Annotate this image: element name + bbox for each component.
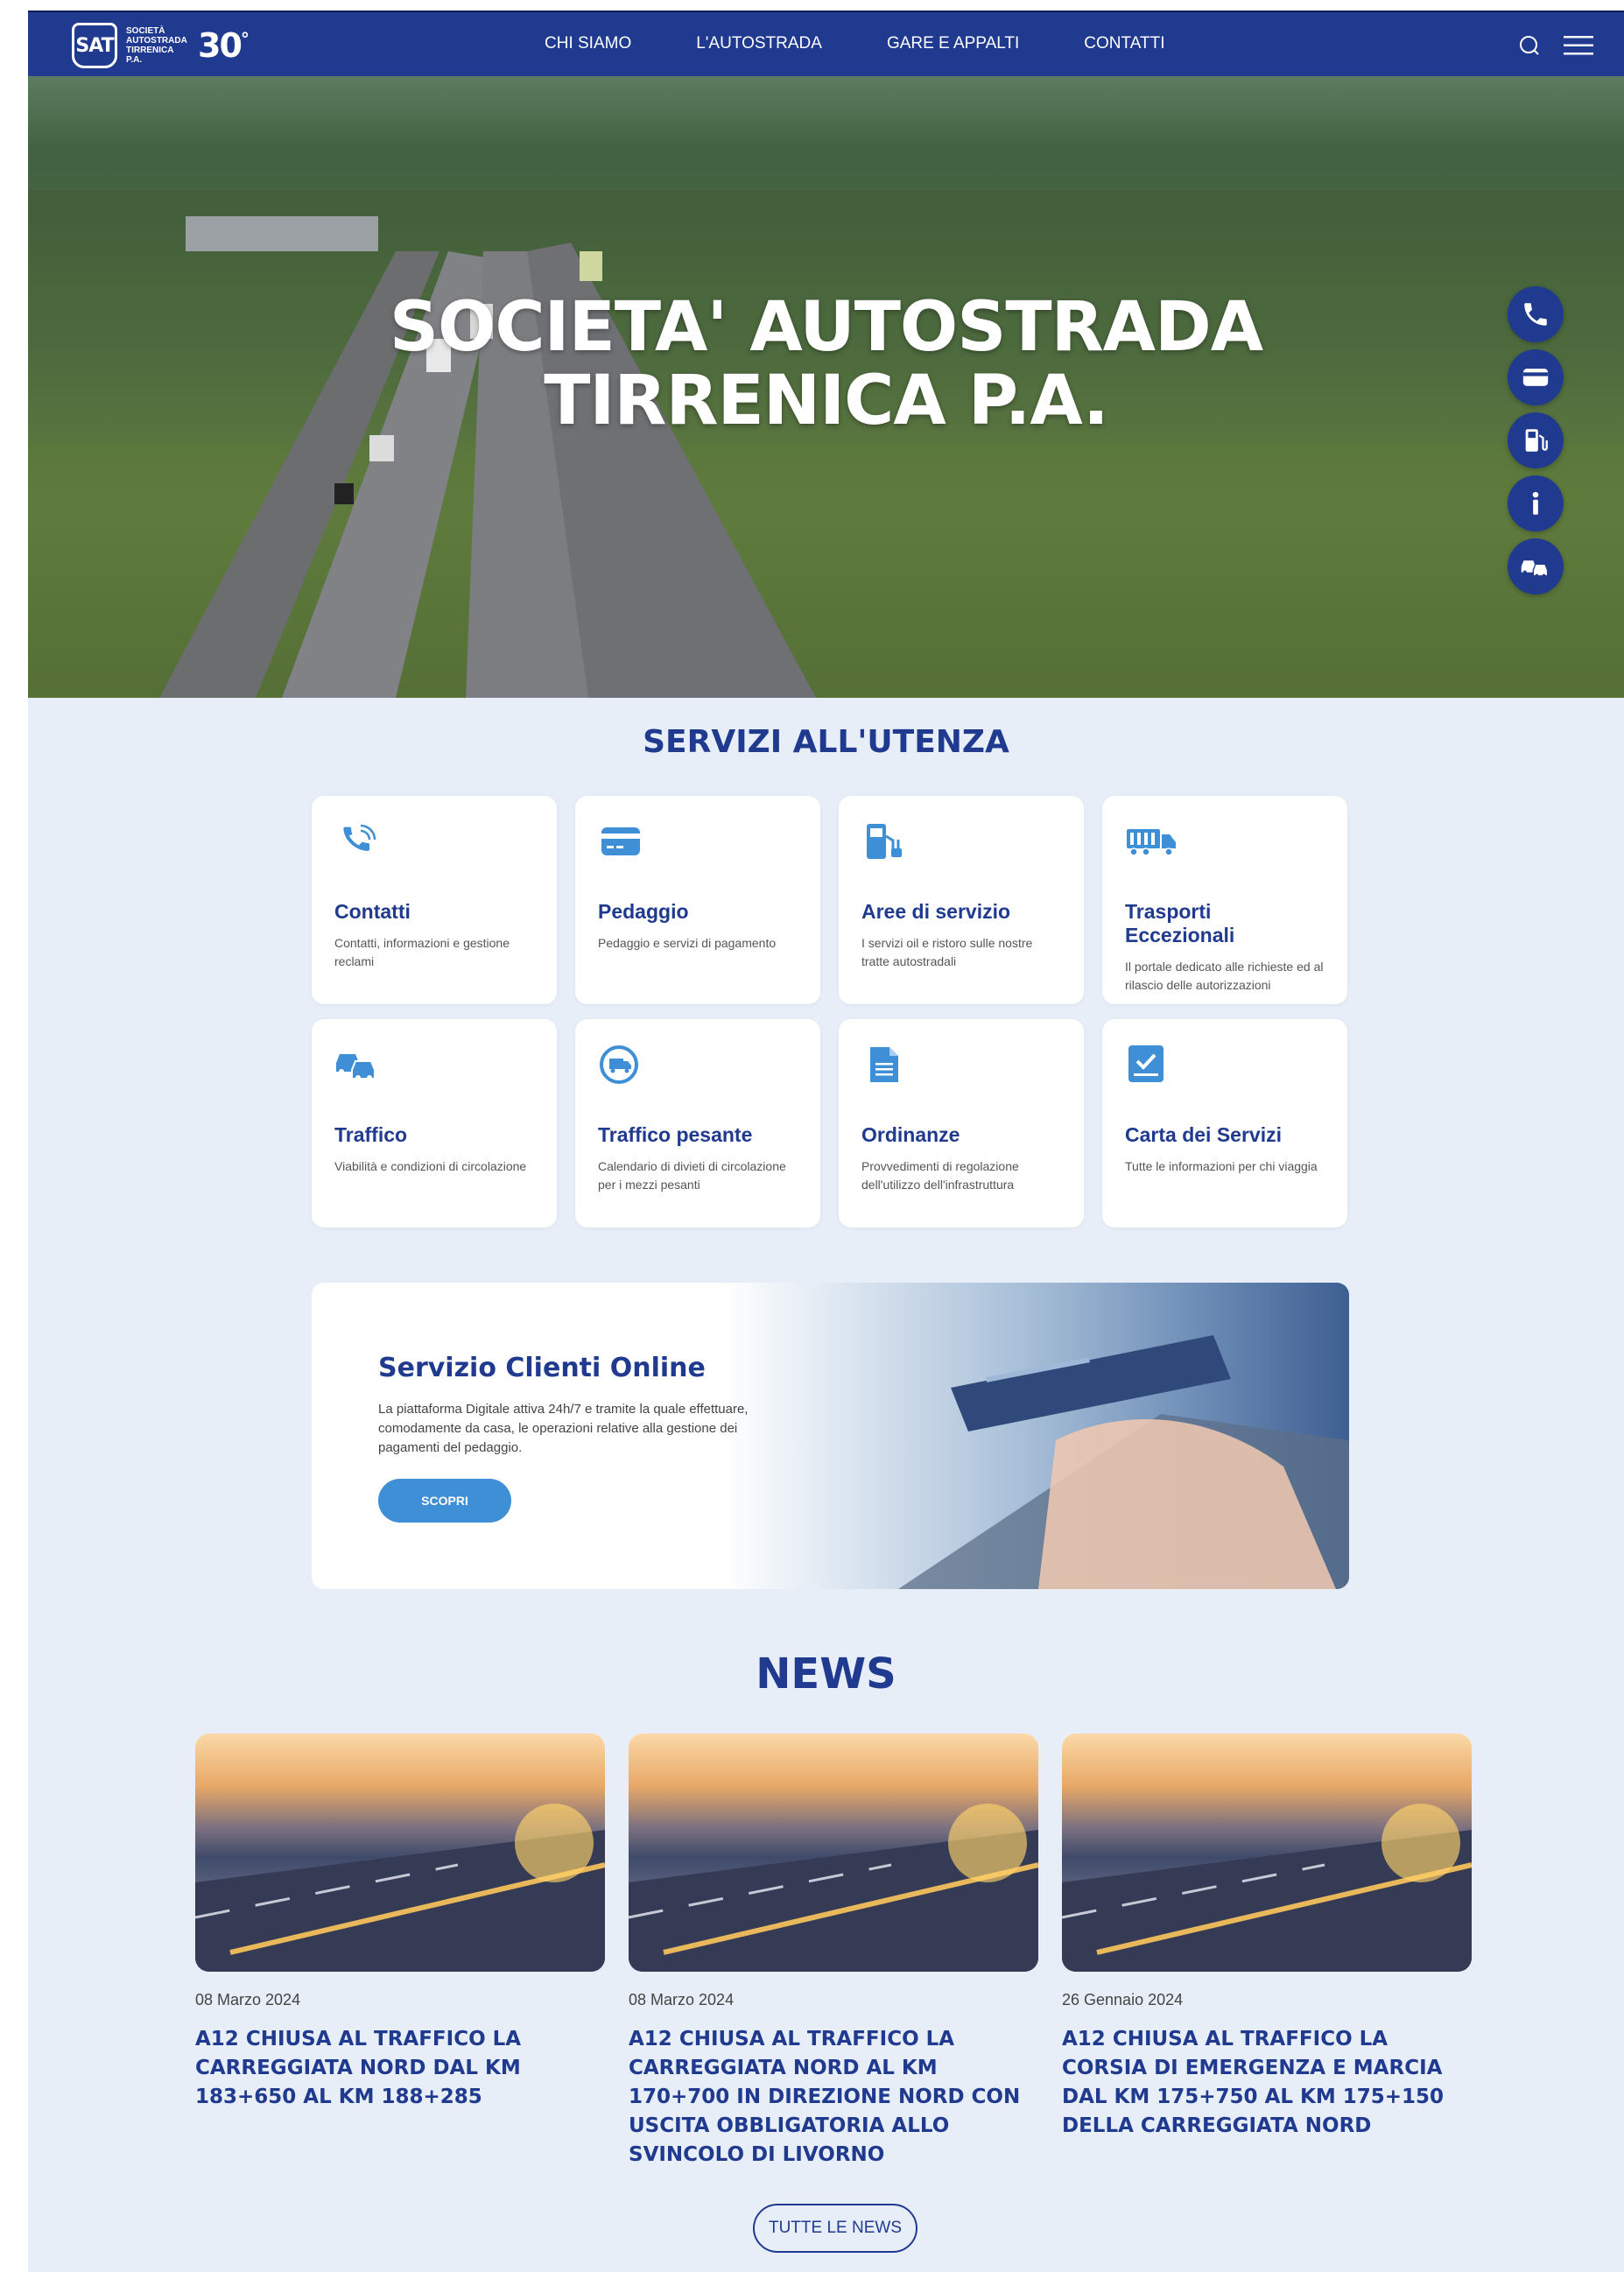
menu-item-chi-siamo[interactable]: CHI SIAMO [545, 34, 631, 53]
info-icon [1532, 491, 1539, 515]
hero-banner: SOCIETA' AUTOSTRADA TIRRENICA P.A. [28, 76, 1624, 698]
hero-title-line2: TIRRENICA P.A. [544, 362, 1109, 440]
quick-actions [1508, 286, 1564, 594]
logo-shield: SAT [72, 23, 117, 68]
service-card-traffico[interactable]: Traffico Viabilità e condizioni di circo… [312, 1019, 557, 1227]
checklist-icon [1128, 1045, 1164, 1082]
promo-image [723, 1283, 1349, 1589]
main-menu: CHI SIAMO L'AUTOSTRADA GARE E APPALTI CO… [545, 34, 1164, 53]
quick-fuel-icon[interactable] [1508, 412, 1564, 468]
news-list: 08 Marzo 2024 A12 chiusa al traffico la … [195, 1734, 1482, 2170]
service-card-title: Aree di servizio [861, 900, 1011, 923]
traffic-icon [336, 1054, 376, 1080]
service-card-title: Pedaggio [598, 900, 689, 923]
news-headline[interactable]: A12 chiusa al traffico la carreggiata no… [629, 2025, 1038, 2170]
service-card-title: Traffico pesante [598, 1123, 753, 1146]
service-card-desc: Contatti, informazioni e gestione reclam… [334, 936, 510, 968]
menu-item-gare-appalti[interactable]: GARE E APPALTI [887, 34, 1019, 53]
traffic-icon [1521, 560, 1549, 579]
phone-icon [343, 824, 376, 851]
fuel-pump-icon [867, 824, 902, 859]
news-card[interactable]: 08 Marzo 2024 A12 chiusa al traffico la … [195, 1734, 605, 2170]
news-headline[interactable]: A12 chiusa al traffico la carreggiata no… [195, 2025, 605, 2112]
news-card[interactable]: 26 Gennaio 2024 A12 chiusa al traffico l… [1062, 1734, 1472, 2170]
menu-item-autostrada[interactable]: L'AUTOSTRADA [696, 34, 822, 53]
highway-sunset-image [1062, 1804, 1472, 1972]
service-card-traffico-pesante[interactable]: Traffico pesante Calendario di divieti d… [575, 1019, 820, 1227]
hero-title: SOCIETA' AUTOSTRADA TIRRENICA P.A. [28, 291, 1624, 438]
search-icon[interactable] [1519, 35, 1540, 56]
anniversary-badge: 30° [198, 26, 250, 65]
laptop-card-illustration [898, 1335, 1349, 1589]
quick-traffic-icon[interactable] [1508, 538, 1564, 594]
customer-service-promo: Servizio Clienti Online La piattaforma D… [312, 1283, 1349, 1589]
menu-item-contatti[interactable]: CONTATTI [1084, 34, 1164, 53]
card-icon [1522, 369, 1549, 386]
all-news-button[interactable]: TUTTE LE NEWS [753, 2204, 917, 2253]
service-card-carta-servizi[interactable]: Carta dei Servizi Tutte le informazioni … [1102, 1019, 1347, 1227]
services-title: SERVIZI ALL'UTENZA [643, 724, 1009, 760]
promo-title: Servizio Clienti Online [378, 1353, 706, 1383]
card-icon [601, 827, 640, 855]
promo-text: La piattaforma Digitale attiva 24h/7 e t… [378, 1402, 749, 1455]
discover-button[interactable]: SCOPRI [378, 1479, 511, 1523]
service-card-ordinanze[interactable]: Ordinanze Provvedimenti di regolazione d… [839, 1019, 1084, 1227]
service-card-desc: I servizi oil e ristoro sulle nostre tra… [861, 936, 1033, 968]
highway-sunset-image [629, 1804, 1038, 1972]
anniversary-mark: ° [240, 28, 250, 50]
news-image [1062, 1734, 1472, 1972]
service-card-desc: Tutte le informazioni per chi viaggia [1125, 1159, 1318, 1173]
service-card-aree-servizio[interactable]: Aree di servizio I servizi oil e ristoro… [839, 796, 1084, 1004]
service-card-desc: Provvedimenti di regolazione dell'utiliz… [861, 1159, 1019, 1192]
heavy-traffic-icon [600, 1045, 638, 1084]
logo-subtitle: SOCIETÀ AUTOSTRADA TIRRENICA P.A. [126, 26, 187, 65]
news-card[interactable]: 08 Marzo 2024 A12 chiusa al traffico la … [629, 1734, 1038, 2170]
fuel-pump-icon [1525, 429, 1548, 452]
quick-phone-icon[interactable] [1508, 286, 1564, 342]
hamburger-menu-icon[interactable] [1564, 36, 1593, 55]
news-date: 08 Marzo 2024 [629, 1991, 735, 2008]
service-card-desc: Pedaggio e servizi di pagamento [598, 936, 777, 950]
service-card-title: Trasporti Eccezionali [1125, 900, 1235, 946]
service-card-contatti[interactable]: Contatti Contatti, informazioni e gestio… [312, 796, 557, 1004]
service-card-trasporti-eccezionali[interactable]: Trasporti Eccezionali Il portale dedicat… [1102, 796, 1347, 1004]
document-icon [870, 1047, 898, 1082]
news-headline[interactable]: A12 chiusa al traffico la corsia di emer… [1062, 2025, 1472, 2141]
site-logo[interactable]: SAT SOCIETÀ AUTOSTRADA TIRRENICA P.A. 30… [72, 23, 250, 68]
truck-icon [1127, 829, 1176, 856]
news-date: 08 Marzo 2024 [195, 1991, 301, 2008]
quick-card-icon[interactable] [1508, 349, 1564, 405]
highway-sunset-image [195, 1804, 605, 1972]
service-card-title: Carta dei Servizi [1125, 1123, 1282, 1146]
news-image [629, 1734, 1038, 1972]
phone-icon [1524, 303, 1547, 326]
service-card-title: Traffico [334, 1123, 408, 1146]
service-card-desc: Calendario di divieti di circolazione pe… [598, 1159, 786, 1192]
hero-title-line1: SOCIETA' AUTOSTRADA [389, 288, 1263, 367]
news-title: NEWS [756, 1649, 896, 1699]
top-navbar: SAT SOCIETÀ AUTOSTRADA TIRRENICA P.A. 30… [28, 11, 1624, 76]
service-card-pedaggio[interactable]: Pedaggio Pedaggio e servizi di pagamento [575, 796, 820, 1004]
page: SAT SOCIETÀ AUTOSTRADA TIRRENICA P.A. 30… [28, 11, 1624, 2272]
anniversary-number: 30 [198, 26, 243, 65]
service-card-desc: Viabilità e condizioni di circolazione [334, 1159, 527, 1173]
quick-info-icon[interactable] [1508, 475, 1564, 531]
service-card-desc: Il portale dedicato alle richieste ed al… [1125, 960, 1324, 992]
services-grid: Contatti Contatti, informazioni e gestio… [312, 796, 1349, 1227]
service-card-title: Ordinanze [861, 1123, 960, 1146]
news-image [195, 1734, 605, 1972]
news-date: 26 Gennaio 2024 [1062, 1991, 1184, 2008]
service-card-title: Contatti [334, 900, 411, 923]
